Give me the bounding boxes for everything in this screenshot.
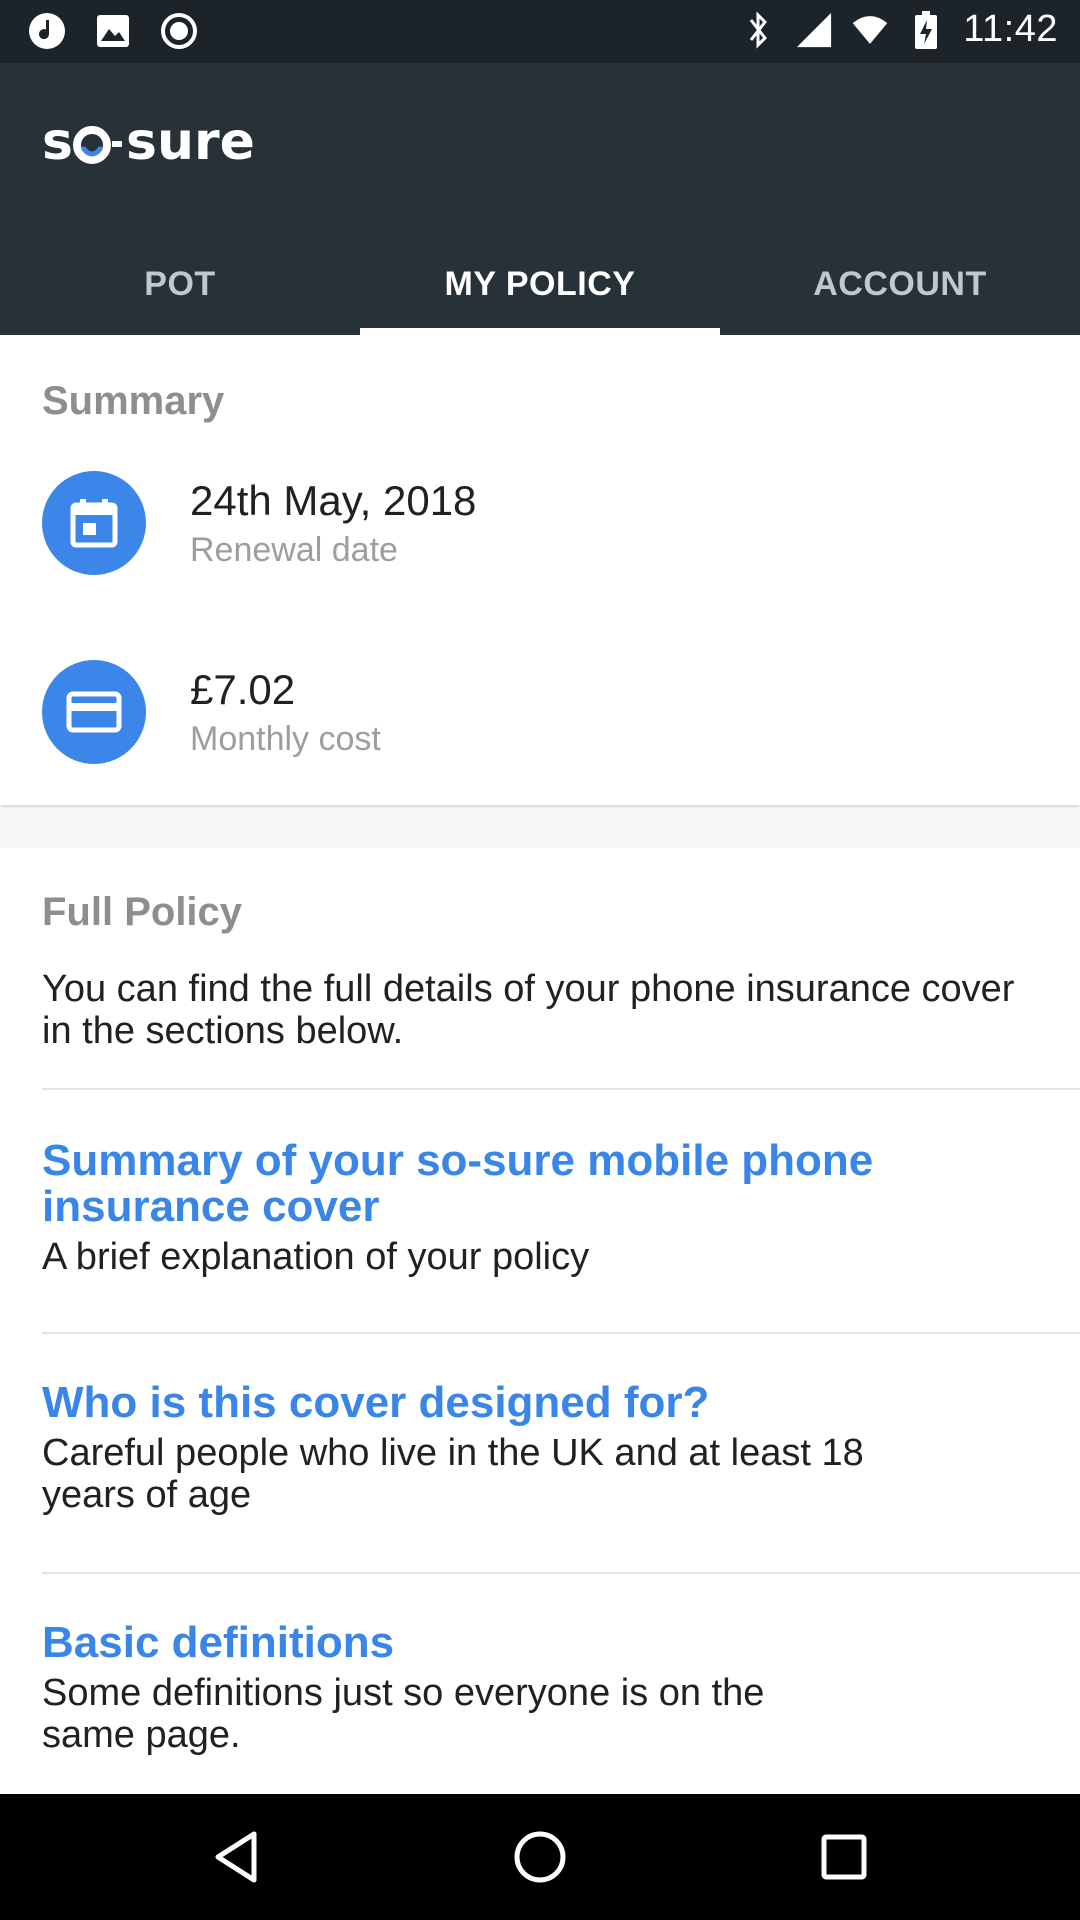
renewal-date-row: 24th May, 2018 Renewal date <box>42 471 476 575</box>
music-note-icon <box>28 12 66 50</box>
svg-text:s: s <box>42 112 73 172</box>
credit-card-icon <box>42 660 146 764</box>
full-policy-card: Full Policy You can find the full detail… <box>0 848 1080 1794</box>
record-icon <box>160 12 198 50</box>
tab-bar: POT MY POLICY ACCOUNT <box>0 233 1080 335</box>
battery-charging-icon <box>907 10 945 49</box>
status-bar: 11:42 <box>0 0 1080 63</box>
home-icon[interactable] <box>500 1817 580 1897</box>
policy-section-title[interactable]: Basic definitions <box>42 1620 1002 1666</box>
signal-icon <box>795 11 833 49</box>
policy-section-definitions[interactable]: Basic definitions Some definitions just … <box>42 1620 1002 1757</box>
back-icon[interactable] <box>196 1817 276 1897</box>
policy-section-description: A brief explanation of your policy <box>42 1236 590 1278</box>
bluetooth-icon <box>739 10 777 49</box>
clock: 11:42 <box>963 8 1058 50</box>
divider <box>42 1572 1080 1574</box>
full-policy-title: Full Policy <box>42 890 243 934</box>
divider <box>42 1088 1080 1090</box>
renewal-date-label: Renewal date <box>190 530 398 569</box>
app-bar: s sure POT MY POLICY ACCOUNT <box>0 63 1080 335</box>
summary-card: Summary 24th May, 2018 Renewal date £7.0… <box>0 335 1080 805</box>
monthly-cost-label: Monthly cost <box>190 719 381 758</box>
renewal-date-value: 24th May, 2018 <box>190 476 477 524</box>
divider <box>42 1332 1080 1334</box>
full-policy-intro: You can find the full details of your ph… <box>42 968 1015 1052</box>
tab-pot[interactable]: POT <box>0 233 360 335</box>
policy-section-description: Some definitions just so everyone is on … <box>42 1672 765 1756</box>
so-sure-logo: s sure <box>42 105 272 175</box>
svg-text:sure: sure <box>126 112 255 172</box>
tab-account[interactable]: ACCOUNT <box>720 233 1080 335</box>
tab-my-policy[interactable]: MY POLICY <box>360 233 720 335</box>
policy-section-summary[interactable]: Summary of your so-sure mobile phone ins… <box>42 1138 1002 1279</box>
navigation-bar <box>0 1794 1080 1920</box>
monthly-cost-row: £7.02 Monthly cost <box>42 660 381 764</box>
image-icon <box>94 12 132 50</box>
section-gap <box>0 808 1080 848</box>
summary-title: Summary <box>42 379 225 423</box>
policy-section-title[interactable]: Who is this cover designed for? <box>42 1380 1002 1426</box>
monthly-cost-value: £7.02 <box>190 665 296 713</box>
recents-icon[interactable] <box>804 1817 884 1897</box>
policy-section-description: Careful people who live in the UK and at… <box>42 1432 864 1516</box>
wifi-icon <box>851 11 889 49</box>
calendar-icon <box>42 471 146 575</box>
policy-section-title[interactable]: Summary of your so-sure mobile phone ins… <box>42 1138 1002 1230</box>
policy-section-who-for[interactable]: Who is this cover designed for? Careful … <box>42 1380 1002 1517</box>
